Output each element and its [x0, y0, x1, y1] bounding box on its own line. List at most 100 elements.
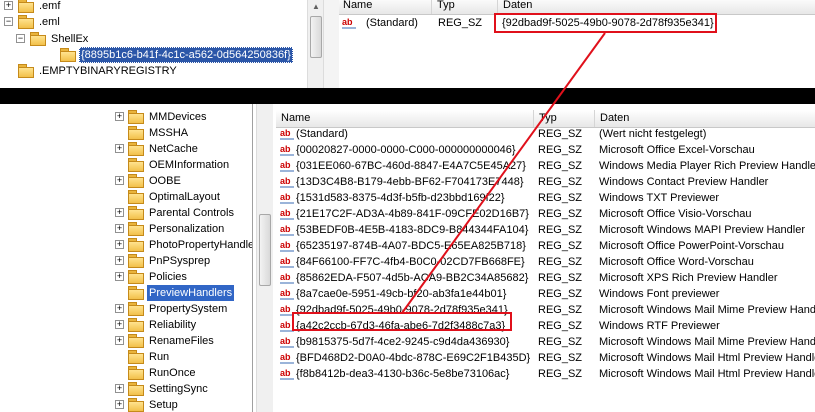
expand-icon[interactable]: +: [115, 208, 124, 217]
tree-node-label[interactable]: MSSHA: [147, 125, 190, 141]
folder-icon: [128, 270, 144, 284]
expand-icon[interactable]: +: [115, 240, 124, 249]
string-value-icon: ab: [280, 160, 294, 172]
column-data[interactable]: Daten: [498, 0, 815, 14]
tree-node-label[interactable]: NetCache: [147, 141, 200, 157]
scroll-up-icon[interactable]: ▲: [310, 1, 322, 13]
expand-icon[interactable]: +: [4, 1, 13, 10]
tree-node-label[interactable]: PnPSysprep: [147, 253, 212, 269]
expand-icon[interactable]: +: [115, 320, 124, 329]
table-row[interactable]: ab {21E17C2F-AD3A-4b89-841F-09CFE02D16B7}…: [276, 206, 815, 222]
tree-node-label[interactable]: RunOnce: [147, 365, 197, 381]
table-row[interactable]: ab {85862EDA-F507-4d5b-ACA9-BB2C34A85682}…: [276, 270, 815, 286]
column-data[interactable]: Daten: [595, 110, 815, 127]
value-type: REG_SZ: [538, 304, 583, 316]
expand-icon[interactable]: +: [115, 400, 124, 409]
scroll-thumb[interactable]: [310, 16, 322, 58]
string-value-icon: ab: [280, 272, 294, 284]
value-data: Microsoft Windows MAPI Preview Handler: [599, 224, 806, 236]
tree-node-label[interactable]: OOBE: [147, 173, 183, 189]
tree-node-label[interactable]: Reliability: [147, 317, 198, 333]
top-values-pane[interactable]: Name Typ Daten ab (Standard) REG_SZ {92d…: [338, 0, 815, 88]
tree-node-label[interactable]: .emf: [37, 0, 62, 14]
table-row[interactable]: ab {031EE060-67BC-460d-8847-E4A7C5E45A27}…: [276, 158, 815, 174]
folder-icon: [128, 126, 144, 140]
expand-icon[interactable]: +: [115, 224, 124, 233]
table-row[interactable]: ab {13D3C4B8-B179-4ebb-BF62-F704173E7448}…: [276, 174, 815, 190]
tree-node-label[interactable]: PhotoPropertyHandle: [147, 237, 252, 253]
expand-icon[interactable]: +: [115, 144, 124, 153]
value-data: Microsoft Windows Mail Mime Preview Hand…: [599, 336, 815, 348]
table-row[interactable]: ab {b9815375-5d7f-4ce2-9245-c9d4da436930}…: [276, 334, 815, 350]
tree-node-label[interactable]: Personalization: [147, 221, 226, 237]
tree-node-label[interactable]: OEMInformation: [147, 157, 231, 173]
expand-icon[interactable]: +: [115, 272, 124, 281]
table-row[interactable]: ab {BFD468D2-D0A0-4bdc-878C-E69C2F1B435D}…: [276, 350, 815, 366]
expand-icon[interactable]: +: [115, 256, 124, 265]
tree-node-label[interactable]: Parental Controls: [147, 205, 236, 221]
value-data: Microsoft Windows Mail Mime Preview Hand…: [599, 304, 815, 316]
value-type: REG_SZ: [538, 336, 583, 348]
expand-icon[interactable]: +: [115, 384, 124, 393]
expand-icon[interactable]: +: [115, 304, 124, 313]
top-tree-scrollbar[interactable]: ▲: [307, 0, 323, 88]
top-list-vscroll[interactable]: [323, 0, 339, 88]
value-data: Windows TXT Previewer: [599, 192, 720, 204]
collapse-icon[interactable]: −: [4, 17, 13, 26]
value-data: Windows RTF Previewer: [599, 320, 720, 332]
tree-node-label[interactable]: OptimalLayout: [147, 189, 222, 205]
column-type[interactable]: Typ: [534, 110, 595, 127]
string-value-icon: ab: [280, 256, 294, 268]
value-data: Microsoft Windows Mail Html Preview Hand…: [599, 368, 815, 380]
tree-node-label[interactable]: Policies: [147, 269, 189, 285]
table-row[interactable]: ab {f8b8412b-dea3-4130-b36c-5e8be73106ac}…: [276, 366, 815, 382]
tree-node-label[interactable]: {8895b1c6-b41f-4c1c-a562-0d564250836f}: [79, 47, 293, 63]
value-name: {8a7cae0e-5951-49cb-bf20-ab3fa1e44b01}: [296, 288, 507, 300]
value-name: {53BEDF0B-4E5B-4183-8DC9-B844344FA104}: [296, 224, 529, 236]
value-name: (Standard): [366, 17, 418, 29]
table-row[interactable]: ab (Standard) REG_SZ (Wert nicht festgelegt…: [276, 126, 815, 142]
tree-node-label[interactable]: PropertySystem: [147, 301, 229, 317]
tree-node-label[interactable]: ShellEx: [49, 31, 90, 47]
value-type: REG_SZ: [538, 192, 583, 204]
tree-node-label[interactable]: SettingSync: [147, 381, 210, 397]
expand-icon[interactable]: +: [115, 336, 124, 345]
divider-bar: [0, 88, 815, 104]
tree-node-label[interactable]: .EMPTYBINARYREGISTRY: [37, 63, 179, 79]
column-name[interactable]: Name: [338, 0, 432, 14]
table-row[interactable]: ab {65235197-874B-4A07-BDC5-E65EA825B718}…: [276, 238, 815, 254]
value-name: {65235197-874B-4A07-BDC5-E65EA825B718}: [296, 240, 526, 252]
bottom-tree-vscroll[interactable]: [256, 104, 273, 412]
tree-node-label[interactable]: .eml: [37, 14, 62, 30]
value-type: REG_SZ: [538, 320, 583, 332]
tree-node-label[interactable]: RenameFiles: [147, 333, 216, 349]
column-name[interactable]: Name: [276, 110, 534, 127]
table-row[interactable]: ab {1531d583-8375-4d3f-b5fb-d23bbd169f22}…: [276, 190, 815, 206]
string-value-icon: ab: [280, 288, 294, 300]
table-row[interactable]: ab {8a7cae0e-5951-49cb-bf20-ab3fa1e44b01}…: [276, 286, 815, 302]
table-row[interactable]: ab {84F66100-FF7C-4fb4-B0C0-02CD7FB668FE}…: [276, 254, 815, 270]
tree-node-label[interactable]: Run: [147, 349, 171, 365]
bottom-values-pane[interactable]: Name Typ Daten ab (Standard) REG_SZ (Wert n…: [276, 110, 815, 412]
value-type: REG_SZ: [538, 176, 583, 188]
table-row[interactable]: ab {00020827-0000-0000-C000-000000000046}…: [276, 142, 815, 158]
value-data: (Wert nicht festgelegt): [599, 128, 707, 140]
folder-icon: [128, 398, 144, 412]
folder-icon: [128, 254, 144, 268]
bottom-tree-pane[interactable]: + MMDevices MSSHA + NetCache OEMInformation + O…: [0, 104, 253, 412]
column-type[interactable]: Typ: [432, 0, 498, 14]
scroll-thumb[interactable]: [259, 214, 271, 286]
collapse-icon[interactable]: −: [16, 34, 25, 43]
tree-node-label[interactable]: Setup: [147, 397, 180, 412]
tree-node-label[interactable]: PreviewHandlers: [147, 285, 235, 301]
value-name: {1531d583-8375-4d3f-b5fb-d23bbd169f22}: [296, 192, 505, 204]
value-type: REG_SZ: [538, 352, 583, 364]
tree-node-label[interactable]: MMDevices: [147, 109, 208, 125]
top-tree-pane[interactable]: + .emf − .eml − ShellEx {8895b1c6-b41f-4c1c-a5…: [0, 0, 324, 88]
table-row[interactable]: ab {53BEDF0B-4E5B-4183-8DC9-B844344FA104}…: [276, 222, 815, 238]
value-type: REG_SZ: [438, 17, 483, 29]
expand-icon[interactable]: +: [115, 112, 124, 121]
value-name: (Standard): [296, 128, 348, 140]
value-data: Windows Media Player Rich Preview Handle…: [599, 160, 815, 172]
expand-icon[interactable]: +: [115, 176, 124, 185]
